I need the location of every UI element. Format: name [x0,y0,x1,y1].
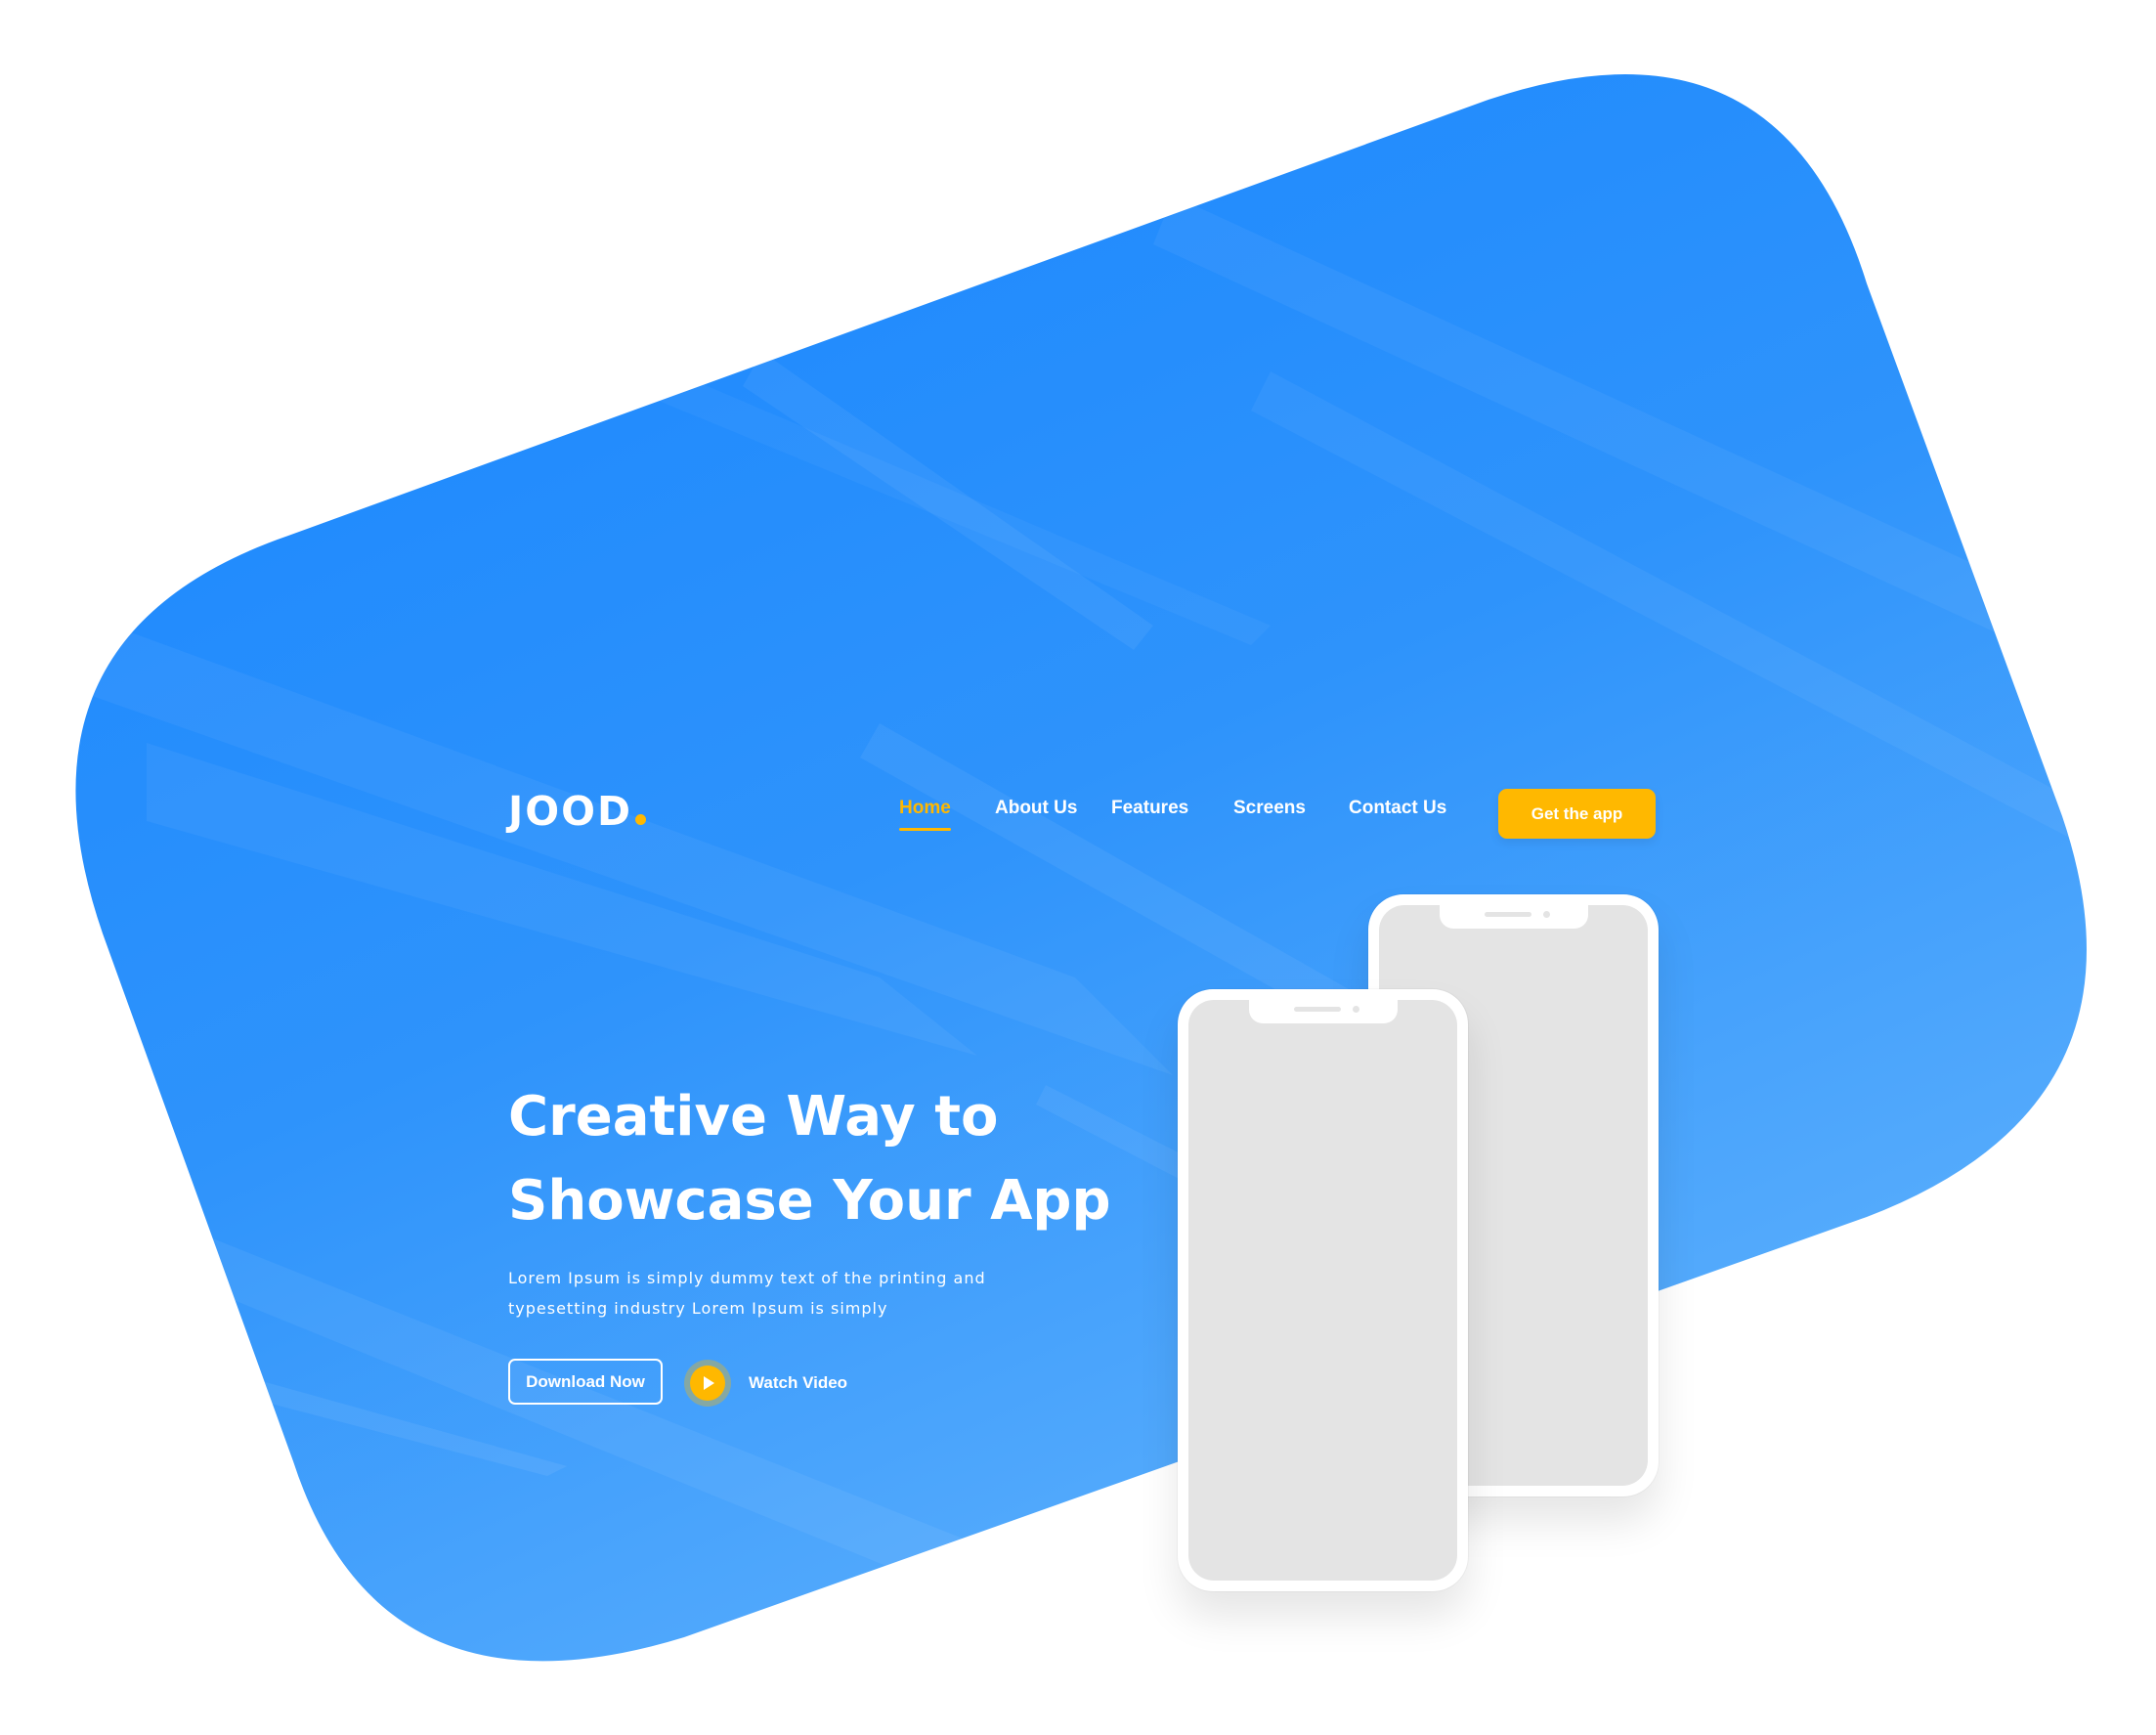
camera-icon [1542,911,1550,918]
hero-description-line: Lorem Ipsum is simply dummy text of the … [508,1269,986,1287]
hero-background-shape [75,74,2087,1662]
hero-title-line: Creative Way to [508,1085,999,1149]
play-icon-circle [690,1366,725,1401]
logo-dot-icon [635,814,646,825]
camera-icon [1352,1006,1359,1013]
nav-item-contact-us[interactable]: Contact Us [1349,797,1446,820]
get-the-app-button[interactable]: Get the app [1498,789,1656,839]
brand-logo[interactable]: JOOD [508,792,646,832]
nav-item-about-us[interactable]: About Us [995,797,1077,820]
play-button[interactable] [684,1360,731,1407]
nav-item-features[interactable]: Features [1111,797,1188,820]
hero-title-line: Showcase Your App [508,1169,1111,1233]
nav-item-screens[interactable]: Screens [1233,797,1306,820]
phone-screen [1188,1000,1457,1581]
logo-text: JOOD [508,788,632,835]
hero-description-line: typesetting industry Lorem Ipsum is simp… [508,1299,888,1318]
phone-mockup-front [1178,989,1468,1591]
speaker-icon [1484,912,1531,917]
watch-video-label: Watch Video [749,1373,848,1392]
play-icon [704,1376,714,1390]
nav-item-home[interactable]: Home [899,797,951,831]
download-now-button[interactable]: Download Now [508,1359,663,1405]
watch-video-button[interactable]: Watch Video [684,1359,847,1408]
phone-notch [1248,1000,1398,1023]
speaker-icon [1293,1007,1341,1012]
hero-description: Lorem Ipsum is simply dummy text of the … [508,1263,1016,1323]
phone-notch [1439,905,1588,929]
hero-title: Creative Way to Showcase Your App [508,1075,1134,1243]
